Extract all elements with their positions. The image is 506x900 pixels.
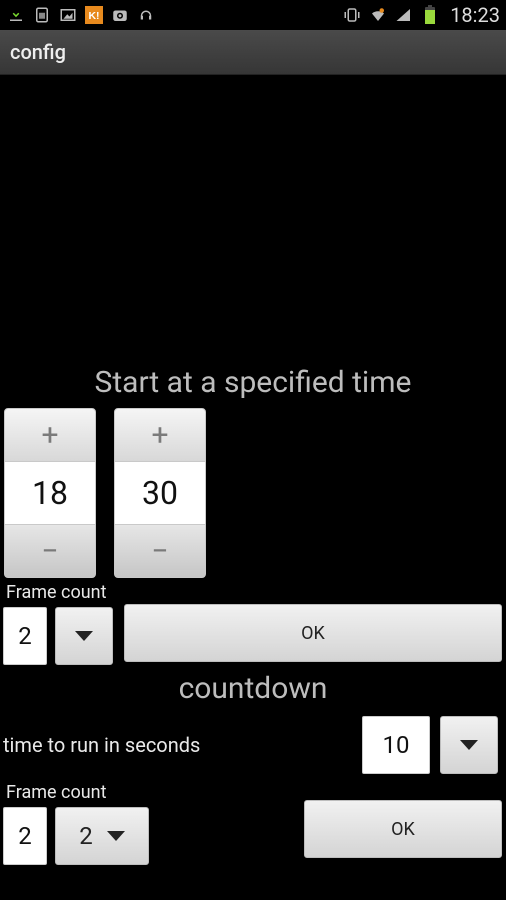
frame-count-value-1[interactable]: 2 bbox=[3, 607, 47, 665]
countdown-frame-row: Frame count 2 2 OK bbox=[0, 782, 506, 865]
frame-count-dropdown-1[interactable] bbox=[55, 607, 113, 665]
download-icon bbox=[6, 5, 26, 25]
action-bar: config bbox=[0, 30, 506, 75]
hours-spinner: + 18 − bbox=[4, 408, 96, 578]
minutes-decrement-button[interactable]: − bbox=[114, 524, 206, 578]
chevron-down-icon bbox=[75, 631, 93, 641]
chevron-down-icon bbox=[460, 740, 478, 750]
plus-icon: + bbox=[41, 418, 58, 453]
time-to-run-dropdown[interactable] bbox=[440, 716, 498, 774]
frame-count-dropdown-2[interactable]: 2 bbox=[55, 807, 149, 865]
hours-decrement-button[interactable]: − bbox=[4, 524, 96, 578]
frame-count-label-1: Frame count bbox=[3, 582, 118, 603]
minutes-value[interactable]: 30 bbox=[114, 462, 206, 524]
status-clock: 18:23 bbox=[450, 3, 500, 27]
ok-button-specified-time[interactable]: OK bbox=[124, 604, 502, 662]
hours-value[interactable]: 18 bbox=[4, 462, 96, 524]
countdown-time-row: time to run in seconds 10 bbox=[0, 716, 506, 774]
battery-icon bbox=[420, 5, 440, 25]
specified-time-frame-row: Frame count 2 OK bbox=[0, 582, 506, 665]
time-spinners: + 18 − + 30 − bbox=[0, 408, 506, 578]
plus-icon: + bbox=[151, 418, 168, 453]
sim-icon bbox=[32, 5, 52, 25]
vibrate-icon bbox=[342, 5, 362, 25]
time-to-run-value[interactable]: 10 bbox=[362, 716, 430, 774]
camera-icon bbox=[110, 5, 130, 25]
status-left-icons: K! bbox=[6, 5, 156, 25]
status-right-icons: 18:23 bbox=[342, 3, 500, 27]
frame-count-value-2[interactable]: 2 bbox=[3, 807, 47, 865]
minus-icon: − bbox=[41, 534, 58, 569]
k-app-icon: K! bbox=[84, 5, 104, 25]
image-icon bbox=[58, 5, 78, 25]
specified-time-title: Start at a specified time bbox=[0, 365, 506, 400]
time-to-run-label: time to run in seconds bbox=[3, 733, 362, 757]
ok-button-countdown[interactable]: OK bbox=[304, 800, 502, 858]
content: Start at a specified time + 18 − + 30 − … bbox=[0, 365, 506, 865]
minutes-spinner: + 30 − bbox=[114, 408, 206, 578]
headphones-icon bbox=[136, 5, 156, 25]
chevron-down-icon bbox=[107, 831, 125, 841]
status-bar: K! 18:23 bbox=[0, 0, 506, 30]
countdown-title: countdown bbox=[0, 671, 506, 706]
wifi-icon bbox=[368, 5, 388, 25]
svg-text:K!: K! bbox=[88, 10, 99, 22]
minutes-increment-button[interactable]: + bbox=[114, 408, 206, 462]
frame-count-label-2: Frame count bbox=[3, 782, 180, 803]
minus-icon: − bbox=[151, 534, 168, 569]
signal-icon bbox=[394, 5, 414, 25]
hours-increment-button[interactable]: + bbox=[4, 408, 96, 462]
frame-dropdown-value: 2 bbox=[79, 822, 93, 850]
action-bar-title: config bbox=[10, 40, 66, 64]
